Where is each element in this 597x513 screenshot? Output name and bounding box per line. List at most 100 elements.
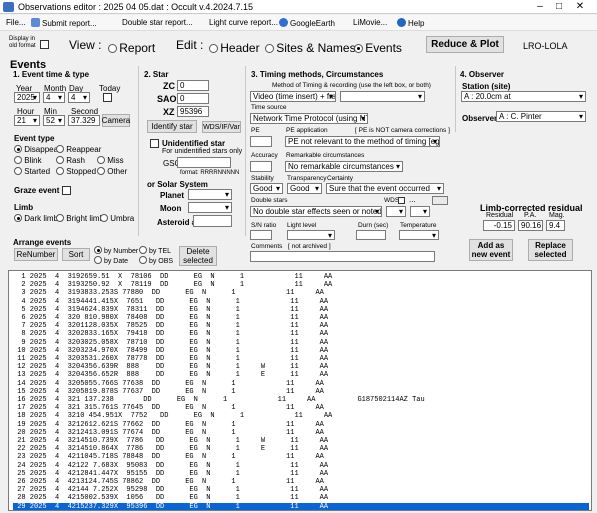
sort-by-obs-radio[interactable]: by OBS <box>139 256 173 265</box>
view-report-radio[interactable]: Report <box>108 41 155 55</box>
xz-input[interactable]: 95396 <box>177 106 209 117</box>
started-label: Started <box>24 167 51 176</box>
min-select[interactable]: 52 <box>43 115 65 126</box>
duration-input[interactable] <box>356 230 386 240</box>
time-source-select[interactable]: Network Time Protocol (using NTP softwar… <box>250 113 368 124</box>
umbra-radio[interactable]: Umbra <box>100 214 134 223</box>
menu-file[interactable]: File... <box>6 18 26 27</box>
miss-radio-icon <box>97 156 105 164</box>
accuracy-input[interactable] <box>250 161 272 172</box>
gsc-input[interactable] <box>177 157 231 168</box>
sort-by-date-radio[interactable]: by Date <box>94 256 128 265</box>
menu-submit-label: Submit report... <box>42 19 97 28</box>
sort-by-number-radio[interactable]: by Number <box>94 246 138 255</box>
miss-radio[interactable]: Miss <box>97 156 124 165</box>
station-name: LRO-LOLA <box>523 41 568 51</box>
rash-radio[interactable]: Rash <box>56 156 85 165</box>
started-radio[interactable]: Started <box>14 167 50 176</box>
dark-limb-radio[interactable]: Dark limb <box>14 214 58 223</box>
wds-label: WDS <box>384 197 400 204</box>
moon-select[interactable] <box>188 202 232 213</box>
zc-input[interactable]: 0 <box>177 80 209 91</box>
transparency-select[interactable]: Good <box>287 183 322 194</box>
add-new-event-button[interactable]: Add as new event <box>469 239 513 261</box>
planet-label: Planet <box>160 191 185 200</box>
transparency-label: Transparency <box>287 175 327 182</box>
event-row[interactable]: 29 2025 4 4215237.329X 95396 DD EG N 1 1… <box>13 502 589 510</box>
menu-limovie[interactable]: LiMovie... <box>353 18 387 27</box>
planet-select[interactable] <box>188 189 232 200</box>
remarkable-select[interactable]: No remarkable circumstances <box>285 161 403 172</box>
display-old-format-checkbox[interactable] <box>40 40 49 49</box>
renumber-button[interactable]: ReNumber <box>14 248 58 261</box>
graze-checkbox[interactable] <box>62 186 71 195</box>
menu-submit[interactable]: Submit report... <box>31 18 97 28</box>
menu-bar: File... Submit report... Double star rep… <box>0 15 597 31</box>
stopped-radio[interactable]: Stopped <box>56 167 96 176</box>
stopped-label: Stopped <box>66 167 97 176</box>
station-select[interactable]: A : 20.0cm at <box>461 91 586 102</box>
day-select[interactable]: 4 <box>68 92 90 103</box>
bright-limb-radio[interactable]: Bright limb <box>56 214 104 223</box>
double-select-3[interactable] <box>410 206 430 217</box>
menu-help[interactable]: Help <box>397 18 424 28</box>
reduce-plot-button[interactable]: Reduce & Plot <box>426 36 504 53</box>
sort-button[interactable]: Sort <box>62 248 90 261</box>
menu-light-curve[interactable]: Light curve report... <box>209 18 278 27</box>
month-select[interactable]: 4 <box>43 92 65 103</box>
double-stars-select[interactable]: No double star effects seen or noted <box>250 206 382 217</box>
minimize-icon[interactable]: – <box>533 1 547 13</box>
double-select-2[interactable] <box>386 206 406 217</box>
menu-google-earth[interactable]: GoogleEarth <box>279 18 335 28</box>
temperature-select[interactable] <box>399 230 439 240</box>
events-list[interactable]: 1 2025 4 3192659.51 X 78106 DD EG N 1 11… <box>8 270 592 511</box>
reappear-radio[interactable]: Reappear <box>56 145 101 154</box>
other-radio[interactable]: Other <box>97 167 127 176</box>
edit-events-radio[interactable]: Events <box>354 41 402 55</box>
sn-ratio-label: S/N ratio <box>251 222 277 229</box>
edit-header-radio[interactable]: Header <box>209 41 260 55</box>
certainty-label: Certainty <box>327 175 354 182</box>
menu-google-label: GoogleEarth <box>290 19 335 28</box>
sort-by-tel-radio[interactable]: by TEL <box>139 246 171 255</box>
by-obs-radio-icon <box>139 256 147 264</box>
hour-select[interactable]: 21 <box>14 115 40 126</box>
edit-sites-radio[interactable]: Sites & Names <box>265 41 356 55</box>
blink-radio[interactable]: Blink <box>14 156 42 165</box>
today-checkbox[interactable] <box>103 93 112 102</box>
stability-label: Stability <box>251 175 274 182</box>
by-date-label: by Date <box>103 258 129 265</box>
delete-selected-button[interactable]: Delete selected <box>179 246 217 266</box>
camera-button[interactable]: Camera <box>102 114 130 127</box>
method-select[interactable]: Video (time insert) + frame analysis <box>250 91 336 102</box>
observer-select[interactable]: A : C. Pinter <box>496 111 586 122</box>
year-select[interactable]: 2025 <box>14 92 40 103</box>
stability-select[interactable]: Good <box>250 183 283 194</box>
method-select-2[interactable] <box>340 91 425 102</box>
wds-checkbox[interactable] <box>398 197 405 204</box>
disappear-radio[interactable]: Disappear <box>14 145 61 154</box>
residual-value: -0.15 <box>483 220 515 231</box>
second-input[interactable]: 37.329 <box>68 115 100 126</box>
close-icon[interactable]: ✕ <box>573 1 587 13</box>
sao-input[interactable]: 0 <box>177 93 209 104</box>
replace-selected-button[interactable]: Replace selected <box>528 239 573 261</box>
maximize-icon[interactable]: □ <box>552 1 566 13</box>
not-archived-label: [ not archived ] <box>288 243 331 250</box>
comments-input[interactable] <box>250 251 435 262</box>
window-title: Observations editor : 2025 04 05.dat : O… <box>18 2 253 12</box>
event-time-title: 1. Event time & type <box>13 70 90 79</box>
sn-ratio-input[interactable] <box>250 230 272 240</box>
asteroid-input[interactable] <box>193 215 232 227</box>
menu-double-star[interactable]: Double star report... <box>122 18 193 27</box>
identify-star-button[interactable]: Identify star <box>147 120 197 133</box>
light-level-select[interactable] <box>287 230 335 240</box>
by-number-label: by Number <box>103 248 139 255</box>
unidentified-checkbox[interactable] <box>150 139 159 148</box>
certainty-select[interactable]: Sure that the event occurred <box>326 183 444 194</box>
pe-application-select[interactable]: PE not relevant to the method of timing … <box>285 136 440 147</box>
for-unidentified-label: For unidentified stars only <box>162 148 243 155</box>
pe-input[interactable] <box>250 136 272 147</box>
wds-button[interactable]: WDS/IF/Var <box>202 121 241 133</box>
asteroid-label: Asteroid # <box>157 218 197 227</box>
